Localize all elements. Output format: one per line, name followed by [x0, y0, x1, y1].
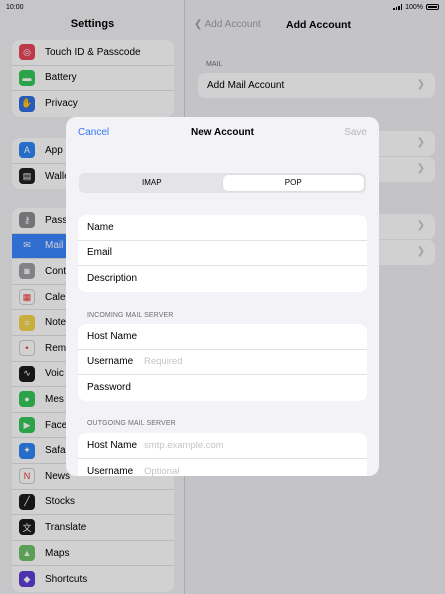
email-label: Email: [87, 247, 113, 259]
battery-icon: [426, 4, 439, 10]
account-type-segmented-control: IMAP POP: [79, 173, 366, 193]
save-button[interactable]: Save: [344, 127, 367, 138]
incoming-username-label: Username: [87, 356, 134, 368]
outgoing-section-label: OUTGOING MAIL SERVER: [87, 420, 176, 427]
description-label: Description: [87, 273, 138, 285]
outgoing-username-label: Username: [87, 465, 134, 476]
status-bar: 10:00 100%: [0, 0, 445, 14]
incoming-username-field[interactable]: Username Required: [78, 350, 367, 376]
modal-title: New Account: [191, 127, 254, 138]
segment-pop[interactable]: POP: [222, 175, 364, 191]
battery-percent: 100%: [405, 3, 423, 11]
description-field[interactable]: Description: [78, 266, 367, 292]
incoming-password-field[interactable]: Password: [78, 375, 367, 401]
outgoing-host-placeholder: smtp.example.com: [144, 439, 224, 451]
name-label: Name: [87, 221, 114, 233]
modal-header: New Account Cancel Save: [66, 117, 379, 149]
incoming-server-group: Host Name Username Required Password: [78, 324, 367, 401]
outgoing-server-group: Host Name smtp.example.com Username Opti…: [78, 433, 367, 476]
cancel-button[interactable]: Cancel: [78, 127, 109, 138]
outgoing-username-placeholder: Optional: [144, 465, 180, 476]
status-indicators: 100%: [393, 4, 439, 11]
incoming-password-label: Password: [87, 382, 131, 394]
email-field[interactable]: Email: [78, 241, 367, 267]
outgoing-host-field[interactable]: Host Name smtp.example.com: [78, 433, 367, 459]
segment-imap[interactable]: IMAP: [81, 175, 223, 191]
name-field[interactable]: Name: [78, 215, 367, 241]
outgoing-host-label: Host Name: [87, 439, 138, 451]
incoming-section-label: INCOMING MAIL SERVER: [87, 312, 174, 319]
incoming-host-field[interactable]: Host Name: [78, 324, 367, 350]
signal-icon: [393, 4, 403, 10]
incoming-host-label: Host Name: [87, 330, 138, 342]
status-time: 10:00: [6, 3, 24, 11]
incoming-username-placeholder: Required: [144, 356, 183, 368]
new-account-modal: New Account Cancel Save IMAP POP Name Em…: [66, 117, 379, 476]
outgoing-username-field[interactable]: Username Optional: [78, 459, 367, 476]
account-info-group: Name Email Description: [78, 215, 367, 292]
